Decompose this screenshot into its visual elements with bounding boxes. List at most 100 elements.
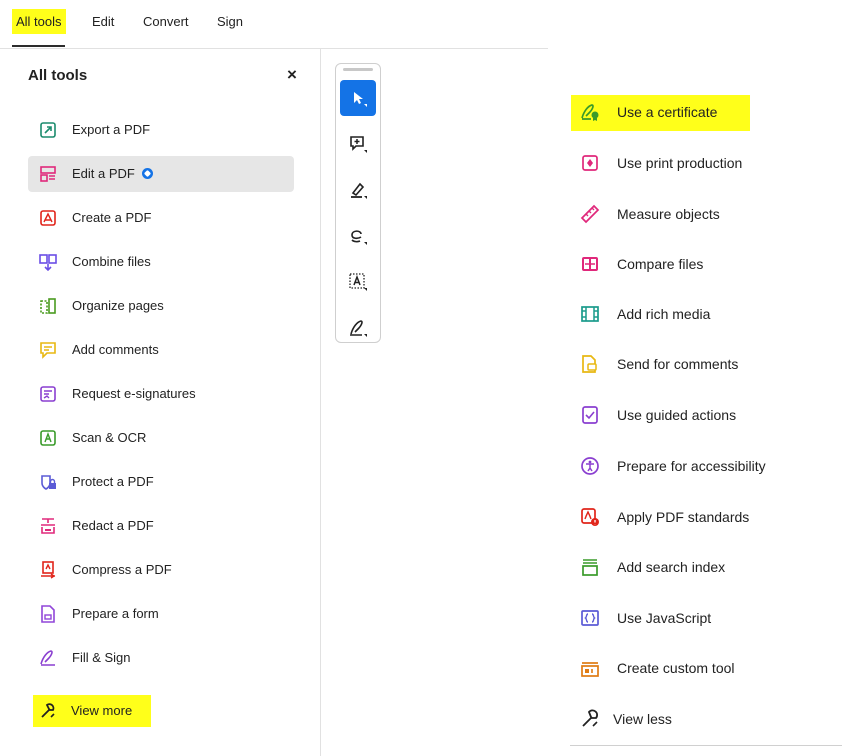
tool-scan-ocr[interactable]: Scan & OCR — [28, 420, 294, 456]
tool-label: Fill & Sign — [72, 650, 131, 665]
tool-label: Add comments — [72, 342, 159, 357]
create-pdf-icon — [40, 210, 56, 226]
tool-label: Apply PDF standards — [617, 509, 750, 525]
tool-label: Use JavaScript — [617, 610, 712, 626]
divider — [570, 745, 842, 746]
select-icon — [354, 92, 367, 107]
tool-request-esignatures[interactable]: Request e-signatures — [28, 376, 294, 412]
organize-pages-icon — [40, 298, 56, 314]
protect-pdf-icon — [41, 475, 56, 490]
tool-label: Add search index — [617, 559, 726, 575]
tool-protect-pdf[interactable]: Protect a PDF — [28, 464, 294, 500]
tool-label: Send for comments — [617, 356, 739, 372]
wrench-icon — [41, 703, 55, 718]
premium-badge-icon — [141, 168, 153, 179]
tool-label: Combine files — [72, 254, 151, 269]
tool-compare-files[interactable]: Compare files — [571, 247, 831, 283]
custom-tool-icon — [581, 662, 599, 677]
tool-use-certificate[interactable]: Use a certificate — [571, 95, 750, 131]
sign-tool-button[interactable] — [340, 310, 376, 346]
draw-icon — [351, 230, 367, 245]
javascript-icon — [581, 610, 599, 626]
request-esign-icon — [40, 386, 56, 402]
tool-organize-pages[interactable]: Organize pages — [28, 288, 294, 324]
tool-label: Create a PDF — [72, 210, 152, 225]
quick-tools-toolbar — [335, 63, 381, 343]
add-comments-icon — [40, 342, 56, 359]
tool-create-pdf[interactable]: Create a PDF — [28, 200, 294, 236]
tool-label: Protect a PDF — [72, 474, 154, 489]
draw-tool-button[interactable] — [340, 218, 376, 254]
select-tool-button[interactable] — [340, 80, 376, 116]
pdf-standards-icon — [581, 508, 599, 526]
send-comments-icon — [582, 355, 597, 373]
tool-label: Use print production — [617, 155, 743, 171]
tool-label: Prepare for accessibility — [617, 458, 766, 474]
highlight-icon — [351, 182, 367, 199]
combine-files-icon — [39, 254, 57, 271]
tool-compress-pdf[interactable]: Compress a PDF — [28, 552, 294, 588]
guided-actions-icon — [582, 406, 598, 424]
tool-add-rich-media[interactable]: Add rich media — [571, 297, 831, 333]
tool-label: Compress a PDF — [72, 562, 172, 577]
tab-convert[interactable]: Convert — [139, 9, 193, 34]
toolbar-drag-handle[interactable] — [343, 68, 373, 71]
active-tab-indicator — [12, 45, 65, 47]
tool-send-for-comments[interactable]: Send for comments — [571, 347, 831, 383]
compress-pdf-icon — [41, 561, 56, 579]
tool-label: Prepare a form — [72, 606, 159, 621]
top-nav: All tools Edit Convert Sign — [0, 0, 548, 49]
tool-label: Request e-signatures — [72, 386, 196, 401]
accessibility-icon — [581, 457, 599, 475]
tool-create-custom-tool[interactable]: Create custom tool — [571, 651, 831, 687]
edit-pdf-label: Edit a PDF — [72, 166, 135, 181]
tool-fill-sign[interactable]: Fill & Sign — [28, 640, 294, 676]
tool-add-search-index[interactable]: Add search index — [571, 550, 831, 586]
tool-label: Measure objects — [617, 206, 720, 222]
tool-label: Scan & OCR — [72, 430, 147, 445]
fill-sign-icon — [40, 650, 55, 666]
tool-label: Create custom tool — [617, 660, 735, 676]
tab-sign[interactable]: Sign — [213, 9, 247, 34]
tool-export-pdf[interactable]: Export a PDF — [28, 112, 294, 148]
tool-add-comments[interactable]: Add comments — [28, 332, 294, 368]
text-field-icon — [349, 273, 367, 291]
search-index-icon — [582, 559, 598, 576]
tool-combine-files[interactable]: Combine files — [28, 244, 294, 280]
wrench-icon — [582, 709, 598, 727]
view-more-button[interactable]: View more — [33, 695, 151, 727]
tool-label: Export a PDF — [72, 122, 151, 137]
tool-edit-pdf[interactable]: Edit a PDF — [28, 156, 294, 192]
view-less-button[interactable]: View less — [571, 702, 831, 738]
tool-measure-objects[interactable]: Measure objects — [571, 197, 831, 233]
tool-label: Use a certificate — [617, 104, 718, 120]
tool-use-javascript[interactable]: Use JavaScript — [571, 601, 831, 637]
view-more-label: View more — [71, 703, 133, 718]
tab-all-tools[interactable]: All tools — [12, 9, 66, 34]
print-production-icon — [582, 155, 598, 171]
tool-use-guided-actions[interactable]: Use guided actions — [571, 398, 831, 434]
tool-label: Redact a PDF — [72, 518, 154, 533]
redact-pdf-icon — [41, 518, 55, 534]
tab-edit[interactable]: Edit — [88, 9, 118, 34]
tool-prepare-accessibility[interactable]: Prepare for accessibility — [571, 449, 831, 485]
view-less-label: View less — [613, 711, 672, 727]
tool-redact-pdf[interactable]: Redact a PDF — [28, 508, 294, 544]
certificate-icon — [581, 104, 599, 121]
tool-use-print-production[interactable]: Use print production — [571, 146, 831, 182]
tool-label: Compare files — [617, 256, 704, 272]
text-field-tool-button[interactable] — [340, 264, 376, 300]
edit-pdf-icon — [40, 166, 56, 182]
measure-icon — [580, 204, 600, 224]
rich-media-icon — [581, 306, 599, 322]
highlight-tool-button[interactable] — [340, 172, 376, 208]
all-tools-panel: All tools × Export a PDF Edit a PDF Crea… — [0, 48, 321, 756]
add-comment-icon — [350, 136, 367, 153]
add-comment-tool-button[interactable] — [340, 126, 376, 162]
tool-label: Use guided actions — [617, 407, 737, 423]
tool-apply-pdf-standards[interactable]: Apply PDF standards — [571, 500, 831, 536]
tool-prepare-form[interactable]: Prepare a form — [28, 596, 294, 632]
close-panel-button[interactable]: × — [283, 66, 301, 84]
export-pdf-icon — [40, 122, 56, 138]
tool-label: Edit a PDF — [72, 166, 153, 181]
